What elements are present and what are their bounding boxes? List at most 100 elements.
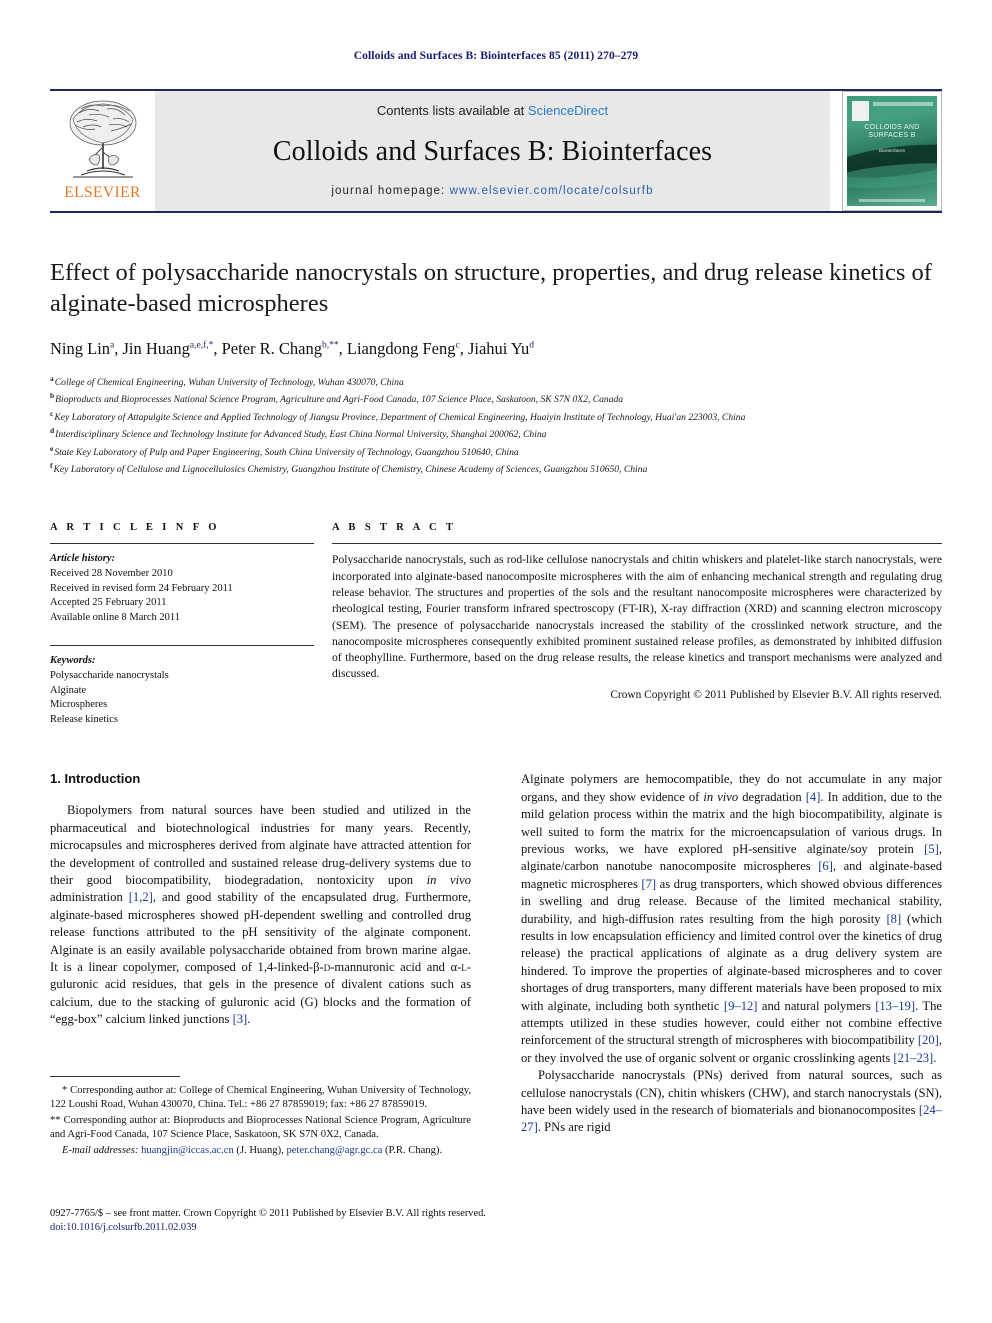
- article-history-block: Article history: Received 28 November 20…: [50, 552, 314, 625]
- footnote-text: Corresponding author at: Bioproducts and…: [50, 1115, 471, 1141]
- author-name: Peter R. Chang: [221, 339, 322, 358]
- contents-available-line: Contents lists available at ScienceDirec…: [377, 103, 608, 118]
- keywords-rule: [50, 645, 314, 647]
- article-page: Colloids and Surfaces B: Biointerfaces 8…: [0, 0, 992, 1323]
- footnote-marker: **: [50, 1115, 61, 1127]
- author-sep: ,: [459, 339, 468, 358]
- elsevier-wordmark: ELSEVIER: [64, 184, 141, 201]
- author-list: Ning Lina, Jin Huanga,e,f,*, Peter R. Ch…: [50, 339, 942, 359]
- citation-link[interactable]: [13–19]: [875, 999, 915, 1013]
- citation-link[interactable]: [5]: [924, 842, 939, 856]
- section-heading-introduction: 1. Introduction: [50, 771, 141, 787]
- affiliation-text: College of Chemical Engineering, Wuhan U…: [54, 377, 404, 389]
- author-affil-marker: a,e,f,: [189, 340, 209, 351]
- citation-link[interactable]: [8]: [886, 912, 901, 926]
- corresponding-marker: **: [329, 340, 339, 351]
- intro-paragraph-2: Alginate polymers are hemocompatible, th…: [521, 771, 942, 1067]
- affiliation-marker: e: [50, 443, 54, 453]
- running-head: Colloids and Surfaces B: Biointerfaces 8…: [353, 50, 639, 62]
- sciencedirect-link[interactable]: ScienceDirect: [528, 103, 608, 118]
- cover-subtitle: Biointerfaces: [878, 148, 905, 153]
- cover-top-text-bar: [873, 102, 933, 106]
- elsevier-logo: ELSEVIER: [50, 91, 155, 211]
- elsevier-tree-icon: [69, 100, 136, 178]
- footnote-corresponding-1: * Corresponding author at: College of Ch…: [50, 1084, 471, 1112]
- author-affil-marker: d: [529, 340, 534, 351]
- citation-link[interactable]: [1,2]: [129, 890, 153, 904]
- author-sep: ,: [338, 339, 347, 358]
- abstract-copyright: Crown Copyright © 2011 Published by Else…: [610, 688, 942, 701]
- affiliation-list: aCollege of Chemical Engineering, Wuhan …: [50, 372, 942, 476]
- contents-prefix: Contents lists available at: [376, 103, 528, 118]
- affiliation-text: State Key Laboratory of Pulp and Paper E…: [54, 446, 519, 458]
- citation-link[interactable]: [9–12]: [724, 999, 758, 1013]
- affiliation-marker: c: [50, 408, 54, 418]
- author-sep: ,: [114, 339, 123, 358]
- citation-link[interactable]: [20]: [918, 1033, 939, 1047]
- affiliation-item: cKey Laboratory of Attapulgite Science a…: [50, 407, 942, 424]
- abstract-column: A B S T R A C T Polysaccharide nanocryst…: [332, 522, 942, 727]
- citation-link[interactable]: [3]: [233, 1012, 248, 1026]
- masthead-band: Contents lists available at ScienceDirec…: [155, 91, 830, 211]
- history-item: Received 28 November 2010: [50, 567, 173, 579]
- page-footer: 0927-7765/$ – see front matter. Crown Co…: [50, 1207, 942, 1235]
- intro-text-run: and natural polymers: [757, 998, 876, 1013]
- affiliation-text: Bioproducts and Bioprocesses National Sc…: [55, 394, 624, 406]
- author-item[interactable]: Liangdong Fengc: [347, 339, 460, 358]
- intro-text-run: degradation: [738, 789, 806, 804]
- intro-text-run: administration: [50, 890, 129, 905]
- intro-text-run: -mannuronic acid and α-: [330, 959, 462, 974]
- page-title: Effect of polysaccharide nanocrystals on…: [50, 259, 932, 317]
- affiliation-text: Key Laboratory of Attapulgite Science an…: [54, 411, 746, 423]
- article-info-heading: A R T I C L E I N F O: [50, 522, 220, 534]
- affiliation-item: dInterdisciplinary Science and Technolog…: [50, 424, 942, 441]
- journal-masthead: ELSEVIER Contents lists available at Sci…: [50, 91, 942, 211]
- intro-text-run: Biopolymers from natural sources have be…: [50, 803, 471, 887]
- author-name: Liangdong Feng: [346, 339, 456, 358]
- intro-italic-run: in vivo: [703, 789, 739, 804]
- author-sep: ,: [213, 339, 222, 358]
- email-owner: (J. Huang),: [233, 1145, 287, 1157]
- history-item: Received in revised form 24 February 201…: [50, 582, 233, 594]
- abstract-heading: A B S T R A C T: [332, 522, 457, 534]
- footnotes-block: * Corresponding author at: College of Ch…: [50, 1076, 471, 1160]
- journal-title: Colloids and Surfaces B: Biointerfaces: [272, 135, 713, 167]
- footnote-emails: E-mail addresses: huangjin@iccas.ac.cn (…: [50, 1144, 471, 1158]
- affiliation-text: Key Laboratory of Cellulose and Lignocel…: [53, 464, 648, 476]
- citation-link[interactable]: [4]: [806, 790, 821, 804]
- cover-artwork: COLLOIDS AND SURFACES B Biointerfaces: [847, 96, 937, 206]
- author-name: Jiahui Yu: [467, 339, 530, 358]
- footnote-corresponding-2: ** Corresponding author at: Bioproducts …: [50, 1114, 471, 1142]
- article-info-column: A R T I C L E I N F O Article history: R…: [50, 522, 314, 727]
- article-history-label: Article history:: [50, 553, 116, 565]
- citation-link[interactable]: [7]: [641, 877, 656, 891]
- author-item[interactable]: Jin Huanga,e,f,*: [123, 339, 214, 358]
- journal-cover-thumbnail[interactable]: COLLOIDS AND SURFACES B Biointerfaces: [842, 91, 942, 211]
- cover-bottom-bar: [859, 199, 925, 202]
- author-item[interactable]: Ning Lina: [50, 339, 114, 358]
- intro-italic-run: in vivo: [426, 872, 472, 887]
- email-link-chang[interactable]: peter.chang@agr.gc.ca: [286, 1145, 382, 1156]
- affiliation-item: fKey Laboratory of Cellulose and Lignoce…: [50, 459, 942, 476]
- body-column-right: Alginate polymers are hemocompatible, th…: [521, 771, 942, 1137]
- abstract-text: Polysaccharide nanocrystals, such as rod…: [332, 553, 942, 681]
- author-item[interactable]: Peter R. Changb,**: [222, 339, 339, 358]
- citation-link[interactable]: [21–23]: [893, 1051, 933, 1065]
- affiliation-marker: d: [50, 426, 55, 436]
- journal-homepage-link[interactable]: www.elsevier.com/locate/colsurfb: [450, 185, 654, 197]
- footnote-text: Corresponding author at: College of Chem…: [50, 1085, 471, 1111]
- affiliation-item: eState Key Laboratory of Pulp and Paper …: [50, 442, 942, 459]
- author-item[interactable]: Jiahui Yud: [468, 339, 534, 358]
- email-link-huang[interactable]: huangjin@iccas.ac.cn: [141, 1145, 234, 1156]
- intro-text-run: .: [247, 1012, 251, 1027]
- article-info-rule: [50, 543, 314, 545]
- keyword-item: Release kinetics: [50, 713, 118, 725]
- keyword-item: Microspheres: [50, 699, 108, 711]
- affiliation-marker: b: [50, 391, 55, 401]
- author-name: Ning Lin: [50, 339, 111, 358]
- keyword-item: Polysaccharide nanocrystals: [50, 669, 169, 681]
- intro-text-run: .: [933, 1050, 937, 1065]
- affiliation-text: Interdisciplinary Science and Technology…: [55, 429, 547, 441]
- doi-line[interactable]: doi:10.1016/j.colsurfb.2011.02.039: [50, 1221, 942, 1235]
- citation-link[interactable]: [6]: [818, 859, 833, 873]
